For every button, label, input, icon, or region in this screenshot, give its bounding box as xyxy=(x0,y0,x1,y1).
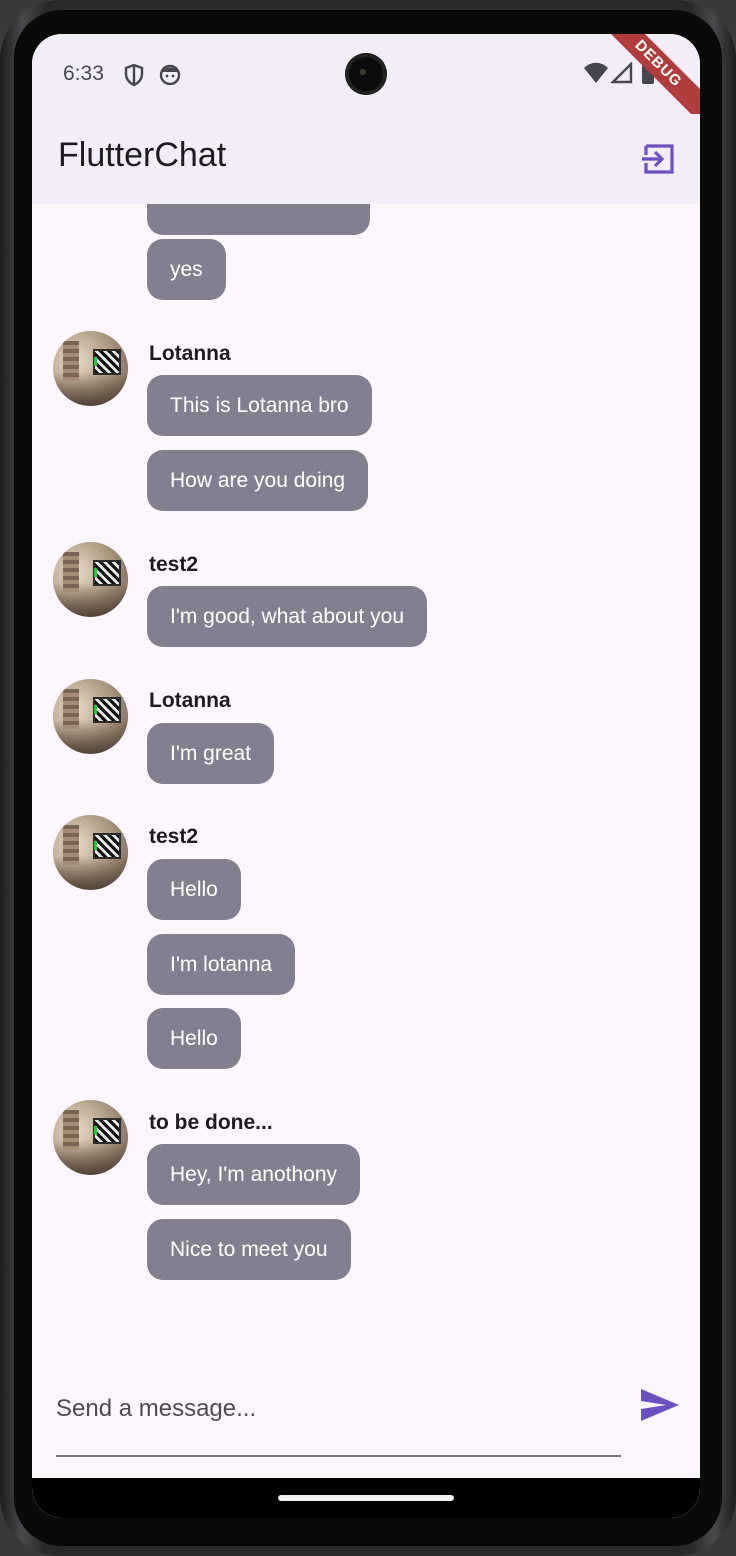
input-underline xyxy=(56,1455,621,1457)
app-bar: FlutterChat xyxy=(32,114,700,204)
status-time: 6:33 xyxy=(63,62,104,85)
message-bubble: This is Lotanna bro xyxy=(147,375,372,436)
message-bubble: I'm great xyxy=(147,723,275,784)
sender-name: test2 xyxy=(149,553,199,576)
message-bubble: I'm good, what about you xyxy=(147,586,427,647)
avatar xyxy=(53,815,128,890)
send-icon[interactable] xyxy=(638,1385,682,1425)
navigation-bar xyxy=(32,1478,700,1518)
message-bubble: Hey, I'm anothony xyxy=(147,1144,361,1205)
message-bubble xyxy=(147,204,370,235)
face-icon xyxy=(159,64,181,85)
wifi-icon xyxy=(584,62,608,83)
avatar xyxy=(53,679,128,754)
app-screen: 6:33 DEBUG FlutterChat yes Lotanna This … xyxy=(32,34,700,1518)
message-input[interactable] xyxy=(56,1384,621,1434)
home-indicator[interactable] xyxy=(278,1495,454,1501)
message-bubble: Hello xyxy=(147,1008,241,1069)
sender-name: Lotanna xyxy=(149,342,231,365)
message-bubble: Nice to meet you xyxy=(147,1219,351,1280)
message-list[interactable]: yes Lotanna This is Lotanna bro How are … xyxy=(32,204,700,1364)
avatar xyxy=(53,542,128,617)
logout-icon[interactable] xyxy=(642,142,676,176)
app-title: FlutterChat xyxy=(58,136,227,174)
shield-icon xyxy=(124,63,144,87)
message-bubble: I'm lotanna xyxy=(147,934,296,995)
avatar xyxy=(53,1100,128,1175)
message-bubble: How are you doing xyxy=(147,450,369,511)
signal-icon xyxy=(611,62,633,84)
sender-name: to be done... xyxy=(149,1111,273,1134)
avatar xyxy=(53,331,128,406)
message-bubble: Hello xyxy=(147,859,241,920)
status-bar: 6:33 DEBUG xyxy=(32,34,700,137)
front-camera xyxy=(345,53,387,95)
message-bubble: yes xyxy=(147,239,226,300)
sender-name: test2 xyxy=(149,825,199,848)
sender-name: Lotanna xyxy=(149,689,231,712)
